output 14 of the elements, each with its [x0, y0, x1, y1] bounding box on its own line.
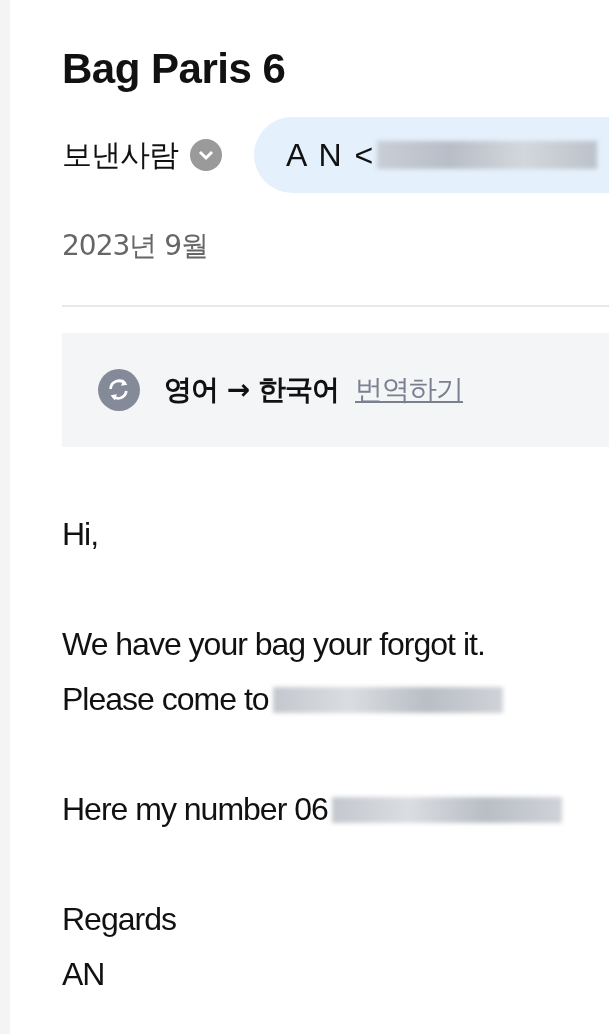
body-text: AN: [62, 956, 105, 993]
body-text: Hi,: [62, 516, 99, 553]
translate-icon: [98, 369, 140, 411]
email-subject: Bag Paris 6: [62, 44, 287, 94]
sender-label: 보낸사람: [62, 135, 178, 174]
language-pair: 영어 → 한국어: [164, 372, 339, 408]
body-text: We have your bag your forgot it.: [62, 626, 485, 663]
chevron-down-icon[interactable]: [190, 139, 222, 171]
body-text: Here my number 06: [62, 791, 328, 828]
translate-link[interactable]: 번역하기: [354, 371, 463, 409]
body-text: Please come to: [62, 681, 269, 718]
email-date: 2023년 9월: [62, 228, 209, 264]
sender-chip[interactable]: A N <: [254, 117, 609, 193]
body-text: Regards: [62, 901, 176, 938]
